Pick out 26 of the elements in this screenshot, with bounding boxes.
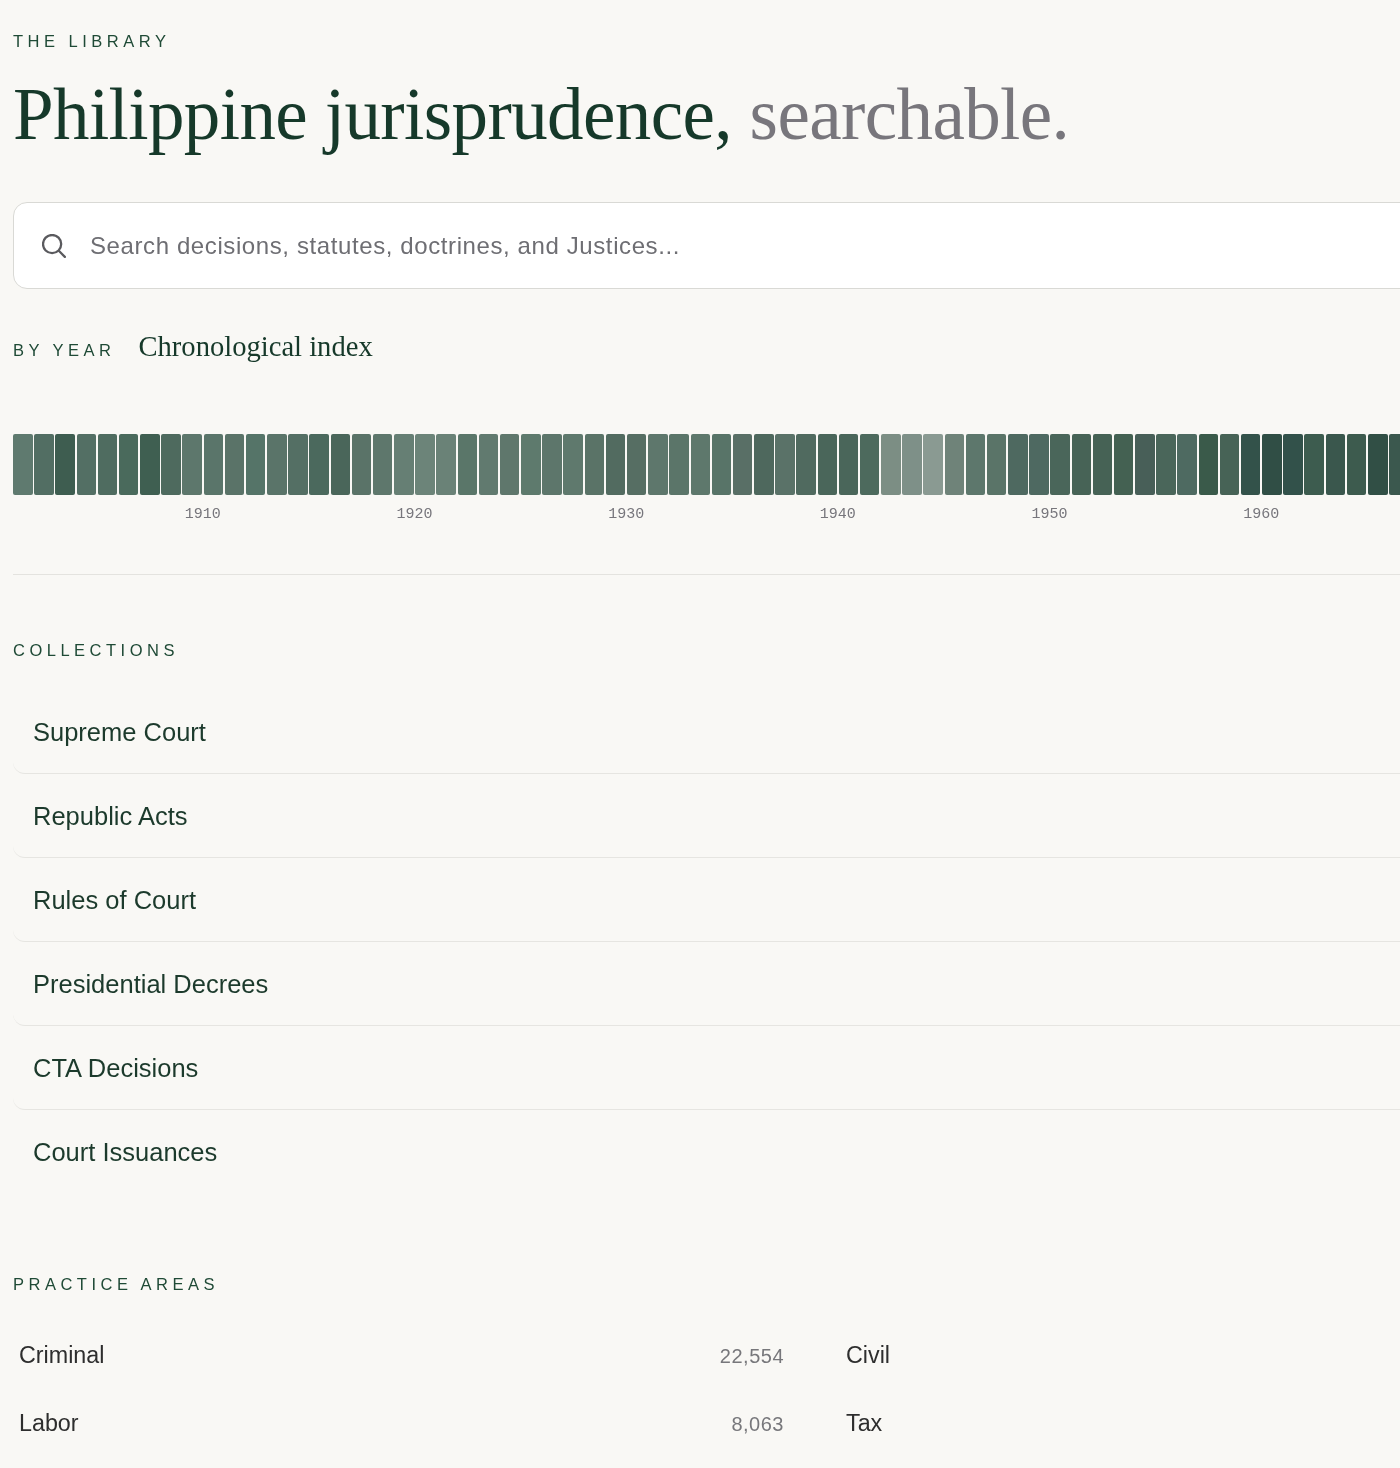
section-title: Chronological index <box>138 330 373 364</box>
collection-link[interactable]: Republic Acts <box>13 775 1400 858</box>
case-count: 22,554 <box>719 1344 784 1369</box>
section-label: PRACTICE AREAS <box>13 1274 220 1294</box>
collection-link[interactable]: Presidential Decrees <box>13 943 1400 1026</box>
year-label: 1930 <box>608 505 645 525</box>
collection-link[interactable]: Rules of Court <box>13 859 1400 942</box>
year-label: 1960 <box>1243 505 1280 525</box>
practice-area-link[interactable]: Tax <box>846 1408 883 1438</box>
practice-area-link[interactable]: Civil <box>846 1340 890 1370</box>
section-eyebrow: THE LIBRARY <box>13 31 171 51</box>
search-icon <box>42 234 66 258</box>
practice-area-link[interactable]: Labor <box>19 1408 79 1438</box>
search-field[interactable]: Search decisions, statutes, doctrines, and Justices... <box>13 202 1400 289</box>
page-title: Philippine jurisprudence, searchable. <box>13 73 1070 157</box>
year-label: 1950 <box>1031 505 1068 525</box>
year-label: 1940 <box>819 505 856 525</box>
year-label: 1910 <box>184 505 221 525</box>
case-count: 8,063 <box>731 1412 784 1437</box>
year-label: 1920 <box>396 505 433 525</box>
section-label: BY YEAR <box>13 340 116 360</box>
collection-link[interactable]: Court Issuances <box>13 1111 1400 1194</box>
section-label: COLLECTIONS <box>13 640 179 660</box>
collection-link[interactable]: CTA Decisions <box>13 1027 1400 1110</box>
practice-area-link[interactable]: Criminal <box>19 1340 105 1370</box>
collection-link[interactable]: Supreme Court <box>13 691 1400 774</box>
